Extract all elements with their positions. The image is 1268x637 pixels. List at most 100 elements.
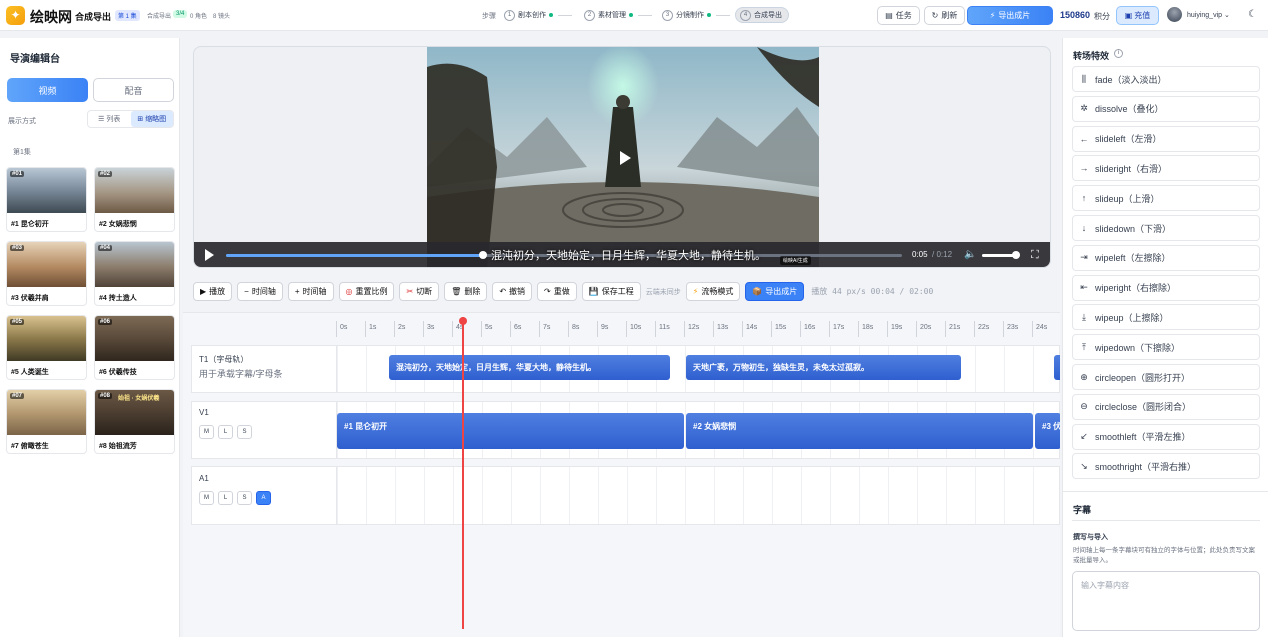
solo-button[interactable]: S — [237, 425, 252, 439]
charge-button[interactable]: ▣ 充值 — [1116, 6, 1159, 25]
undo-button[interactable]: ↶ 撤销 — [492, 282, 533, 301]
transition-label: wiperight（右擦除） — [1095, 283, 1177, 294]
playhead-handle[interactable] — [459, 317, 467, 325]
track-grid[interactable] — [337, 467, 1060, 524]
track-v1: V1 M L S #1 昆仑初开 #2 女娲悲悯 #3 伏 — [191, 401, 1060, 459]
lock-button[interactable]: L — [218, 425, 233, 439]
task-button[interactable]: ▤ 任务 — [877, 6, 920, 25]
minus-icon: − — [244, 287, 249, 296]
transition-item[interactable]: ⫼ fade（淡入淡出） — [1072, 66, 1260, 92]
ruler-tick: 0s — [336, 321, 347, 337]
redo-button[interactable]: ↷ 重做 — [537, 282, 577, 301]
step-number: 2 — [584, 9, 595, 21]
save-project-button[interactable]: 💾 保存工程 — [581, 282, 641, 301]
plus-icon: + — [294, 287, 300, 296]
play-icon[interactable] — [205, 249, 214, 261]
shot-card[interactable]: #03 #3 伏羲并肩 — [6, 241, 87, 306]
username[interactable]: huiying_vip ⌄ — [1187, 11, 1230, 19]
delete-button[interactable]: 🗑 删除 — [444, 282, 488, 301]
grid-line — [337, 467, 338, 524]
export-video-button[interactable]: 📦 导出成片 — [745, 282, 805, 301]
track-grid[interactable]: 混沌初分，天地始定，日月生辉，华夏大地，静待生机。 天地广袤，万物初生，独缺生灵… — [337, 346, 1060, 392]
export-button[interactable]: ⚡ 导出成片 — [967, 6, 1053, 25]
effects-panel: 转场特效 i ⫼ fade（淡入淡出） ✲ dissolve（叠化） ← slidelef… — [1062, 38, 1268, 637]
play-button[interactable]: ▶ 播放 — [193, 282, 233, 301]
tab-video[interactable]: 视频 — [7, 78, 88, 102]
mute-button[interactable]: M — [199, 425, 214, 439]
done-dot-icon — [629, 13, 633, 17]
video-clip[interactable]: #2 女娲悲悯 — [686, 413, 1033, 449]
volume-icon[interactable]: 🔈 — [964, 249, 976, 260]
step-connector — [558, 14, 572, 16]
transition-label: smoothleft（平滑左推） — [1095, 432, 1191, 443]
grid-line — [511, 467, 512, 524]
shot-card[interactable]: #01 #1 昆仑初开 — [6, 167, 87, 232]
transition-item[interactable]: ↘ smoothright（平滑右推） — [1072, 453, 1260, 480]
transition-item[interactable]: ⊕ circleopen（圆形打开） — [1072, 364, 1260, 390]
reset-ratio-button[interactable]: ◎ 重置比例 — [338, 282, 395, 301]
subtitle-clip[interactable]: 天地广袤，万物初生，独缺生灵，未免太过孤寂。 — [686, 355, 961, 380]
track-grid[interactable]: #1 昆仑初开 #2 女娲悲悯 #3 伏 — [337, 402, 1060, 458]
cut-button[interactable]: ✂ 切断 — [399, 282, 440, 301]
video-clip[interactable]: #1 昆仑初开 — [337, 413, 684, 449]
playhead[interactable] — [459, 317, 467, 629]
shot-card[interactable]: #04 #4 抟土造人 — [94, 241, 175, 306]
timeline[interactable]: 0s 1s 2s 3s 4s 5s 6s 7s 8s 9s 10s 11s 12s 13s 14s 15s 16… — [183, 312, 1060, 637]
smooth-mode-button[interactable]: ⚡ 流畅模式 — [685, 282, 741, 301]
subtitle-clip[interactable]: 混沌初分，天地始定，日月生辉，华夏大地，静待生机。 — [389, 355, 670, 380]
tab-dub[interactable]: 配音 — [93, 78, 174, 102]
arrow-right-icon: → — [1079, 163, 1089, 174]
subtitle-input[interactable] — [1072, 571, 1260, 631]
subtitle-clip-partial[interactable] — [1054, 355, 1060, 380]
info-icon[interactable]: i — [1114, 49, 1123, 58]
tag-export: 合成导出 — [147, 14, 172, 20]
avatar[interactable] — [1167, 7, 1182, 22]
transition-item[interactable]: ⤓ wipeup（上擦除） — [1072, 304, 1260, 331]
step-2[interactable]: 2 素材管理 — [584, 7, 652, 23]
ruler-tick: 5s — [481, 321, 492, 337]
transition-item[interactable]: ✲ dissolve（叠化） — [1072, 95, 1260, 122]
shot-card[interactable]: #05 #5 人类诞生 — [6, 315, 87, 380]
view-thumb-button[interactable]: ⊞ 缩略图 — [130, 111, 173, 127]
theme-toggle-icon[interactable]: ☾ — [1248, 9, 1257, 20]
fullscreen-icon[interactable]: ⛶ — [1031, 249, 1039, 262]
video-player[interactable]: 0:05 / 0:12 🔈 ⛶ 混沌初分，天地始定，日月生辉，华夏大地，静待生机… — [193, 46, 1051, 268]
play-label: 播放 — [209, 287, 226, 296]
refresh-button[interactable]: ↻ 刷新 — [924, 6, 965, 25]
shot-card[interactable]: #06 #6 伏羲传技 — [94, 315, 175, 380]
step-number: 4 — [740, 9, 751, 21]
ruler-tick: 1s — [365, 321, 376, 337]
step-3[interactable]: 3 分镜制作 — [662, 7, 730, 23]
zoom-in-timeline-button[interactable]: + 时间轴 — [287, 282, 334, 301]
step-1[interactable]: 1 剧本创作 — [504, 7, 572, 23]
transition-item[interactable]: ← slideleft（左滑） — [1072, 125, 1260, 152]
zoom-out-timeline-button[interactable]: − 时间轴 — [237, 282, 283, 301]
audio-button[interactable]: A — [256, 491, 271, 505]
shot-card[interactable]: #02 #2 女娲悲悯 — [94, 167, 175, 232]
transition-item[interactable]: ⇥ wipeleft（左擦除） — [1072, 244, 1260, 271]
transition-item[interactable]: ↑ slideup（上滑） — [1072, 185, 1260, 212]
solo-button[interactable]: S — [237, 491, 252, 505]
volume-slider[interactable] — [982, 251, 1021, 259]
transition-item[interactable]: ↓ slidedown（下滑） — [1072, 215, 1260, 241]
progress-handle[interactable] — [478, 251, 487, 259]
view-list-button[interactable]: ☰ 列表 — [88, 111, 131, 127]
transition-item[interactable]: ⊖ circleclose（圆形闭合） — [1072, 393, 1260, 420]
step-4[interactable]: 4 合成导出 — [735, 7, 789, 23]
video-clip[interactable]: #3 伏 — [1035, 413, 1060, 449]
logo-icon: ✦ — [6, 6, 25, 25]
shot-name: #3 伏羲并肩 — [11, 295, 49, 302]
transition-item[interactable]: ↙ smoothleft（平滑左推） — [1072, 423, 1260, 450]
delete-label: 删除 — [464, 287, 481, 296]
arrow-left-icon: ← — [1079, 133, 1089, 144]
lock-button[interactable]: L — [218, 491, 233, 505]
play-overlay-icon[interactable] — [620, 151, 631, 165]
mute-button[interactable]: M — [199, 491, 214, 505]
transition-item[interactable]: → slideright（右滑） — [1072, 155, 1260, 182]
transition-item[interactable]: ⤒ wipedown（下擦除） — [1072, 334, 1260, 361]
transition-item[interactable]: ⇤ wiperight（右擦除） — [1072, 274, 1260, 301]
shot-card[interactable]: #08 始祖 · 女娲伏羲 #8 始祖流芳 — [94, 389, 175, 454]
time-ruler[interactable]: 0s 1s 2s 3s 4s 5s 6s 7s 8s 9s 10s 11s 12s 13s 14s 15s 16… — [336, 321, 1060, 337]
shot-card[interactable]: #07 #7 俯瞰苍生 — [6, 389, 87, 454]
volume-handle[interactable] — [1012, 251, 1021, 259]
